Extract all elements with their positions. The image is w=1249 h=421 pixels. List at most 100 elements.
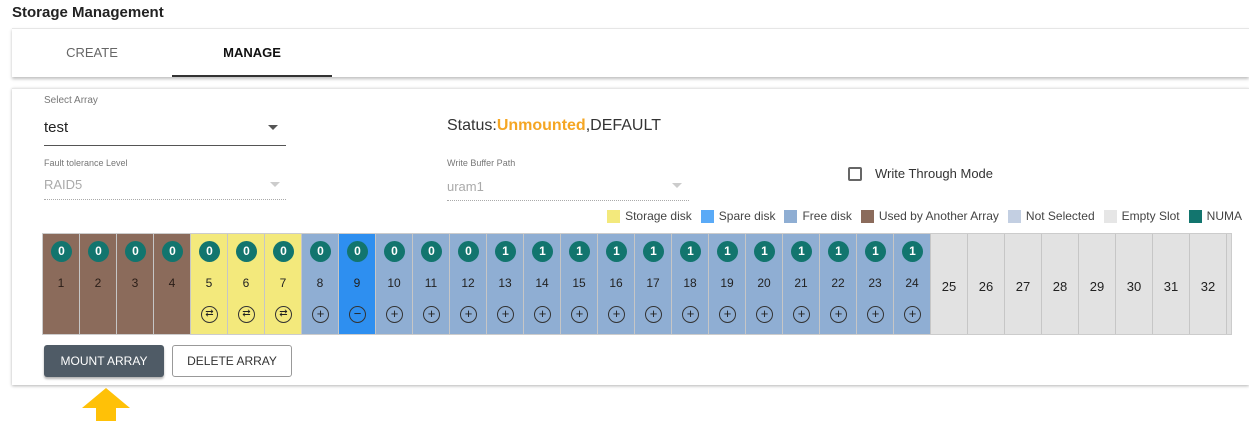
- slot-number: 25: [941, 279, 957, 294]
- tab-manage[interactable]: MANAGE: [172, 29, 332, 77]
- legend-label: Storage disk: [625, 209, 692, 223]
- write-through-checkbox[interactable]: [848, 167, 862, 181]
- disk-slot-2[interactable]: 02: [80, 234, 117, 334]
- disk-slot-22[interactable]: 1 22 +: [820, 234, 857, 334]
- add-disk-icon[interactable]: +: [608, 306, 625, 323]
- disk-slot-15[interactable]: 1 15 +: [561, 234, 598, 334]
- slot-number: 20: [757, 276, 771, 290]
- swap-disk-icon[interactable]: ⇄: [238, 306, 255, 323]
- disk-slot-18[interactable]: 1 18 +: [672, 234, 709, 334]
- legend-swatch: [1103, 209, 1117, 223]
- numa-badge: 0: [51, 241, 72, 262]
- add-disk-icon[interactable]: +: [460, 306, 477, 323]
- disk-slot-11[interactable]: 0 11 +: [413, 234, 450, 334]
- disk-slot-grid: 0 1 0 2 0 3 0 4 0 5 ⇄ 0 6 ⇄ 0 7 ⇄ 0 8 +0 9−0 10 +0 11 +0 12 +1 13 +1…: [42, 233, 1232, 335]
- disk-slot-14[interactable]: 1 14 +: [524, 234, 561, 334]
- slot-number: 23: [868, 276, 882, 290]
- status-prefix: Status:: [447, 117, 497, 134]
- swap-disk-icon[interactable]: ⇄: [201, 306, 218, 323]
- tab-create[interactable]: CREATE: [12, 29, 172, 77]
- mount-array-button[interactable]: MOUNT ARRAY: [44, 345, 164, 377]
- numa-badge: 1: [791, 241, 812, 262]
- numa-badge: 0: [199, 241, 220, 262]
- disk-slot-9[interactable]: 0 9 −: [339, 234, 376, 334]
- slot-number: 26: [978, 279, 994, 294]
- slot-number: 21: [794, 276, 808, 290]
- fault-tolerance-underline: [44, 199, 286, 200]
- add-disk-icon[interactable]: +: [386, 306, 403, 323]
- add-disk-icon[interactable]: +: [830, 306, 847, 323]
- disk-slot-16[interactable]: 1 16 +: [598, 234, 635, 334]
- slot-number: 1: [57, 276, 65, 290]
- disk-slot-5[interactable]: 0 5 ⇄: [191, 234, 228, 334]
- swap-disk-icon[interactable]: ⇄: [275, 306, 292, 323]
- legend-swatch: [784, 209, 798, 223]
- add-disk-icon[interactable]: +: [571, 306, 588, 323]
- slot-number: 32: [1200, 279, 1216, 294]
- legend-item: Empty Slot: [1103, 209, 1180, 223]
- legend-label: Spare disk: [718, 209, 776, 223]
- legend-swatch: [700, 209, 714, 223]
- slot-number: 17: [646, 276, 660, 290]
- remove-disk-icon[interactable]: −: [349, 306, 366, 323]
- numa-badge: 1: [717, 241, 738, 262]
- delete-array-button[interactable]: DELETE ARRAY: [172, 345, 292, 377]
- numa-badge: 0: [162, 241, 183, 262]
- slot-number: 19: [720, 276, 734, 290]
- slot-number: 8: [316, 276, 324, 290]
- disk-slot-28: 28: [1042, 234, 1079, 334]
- add-disk-icon[interactable]: +: [682, 306, 699, 323]
- disk-slot-4[interactable]: 04: [154, 234, 191, 334]
- add-disk-icon[interactable]: +: [756, 306, 773, 323]
- chevron-down-icon: [672, 183, 682, 188]
- disk-slot-12[interactable]: 0 12 +: [450, 234, 487, 334]
- legend-swatch: [1007, 209, 1021, 223]
- add-disk-icon[interactable]: +: [312, 306, 329, 323]
- tab-bar: CREATE MANAGE: [12, 28, 1249, 77]
- add-disk-icon[interactable]: +: [867, 306, 884, 323]
- disk-slot-10[interactable]: 0 10 +: [376, 234, 413, 334]
- add-disk-icon[interactable]: +: [423, 306, 440, 323]
- disk-slot-8[interactable]: 0 8 +: [302, 234, 339, 334]
- disk-slot-26: 26: [968, 234, 1005, 334]
- legend-swatch: [860, 209, 874, 223]
- legend-swatch: [1188, 209, 1202, 223]
- select-array-label: Select Array: [44, 95, 98, 106]
- chevron-down-icon: [270, 182, 280, 187]
- disk-slot-21[interactable]: 1 21 +: [783, 234, 820, 334]
- slot-number: 6: [242, 276, 250, 290]
- add-disk-icon[interactable]: +: [534, 306, 551, 323]
- disk-slot-7[interactable]: 0 7 ⇄: [265, 234, 302, 334]
- add-disk-icon[interactable]: +: [719, 306, 736, 323]
- add-disk-icon[interactable]: +: [645, 306, 662, 323]
- status-state: Unmounted: [496, 117, 586, 134]
- slot-number: 12: [461, 276, 475, 290]
- write-buffer-value: uram1: [447, 179, 484, 194]
- disk-slot-6[interactable]: 0 6 ⇄: [228, 234, 265, 334]
- slot-number: 11: [424, 276, 438, 290]
- numa-badge: 0: [384, 241, 405, 262]
- disk-slot-24[interactable]: 1 24 +: [894, 234, 931, 334]
- legend-label: Free disk: [802, 209, 852, 223]
- disk-slot-20[interactable]: 1 20 +: [746, 234, 783, 334]
- legend-label: Empty Slot: [1121, 209, 1180, 223]
- disk-slot-19[interactable]: 1 19 +: [709, 234, 746, 334]
- numa-badge: 0: [421, 241, 442, 262]
- add-disk-icon[interactable]: +: [904, 306, 921, 323]
- disk-slot-17[interactable]: 1 17 +: [635, 234, 672, 334]
- disk-slot-13[interactable]: 1 13 +: [487, 234, 524, 334]
- numa-badge: 1: [569, 241, 590, 262]
- slot-number: 15: [572, 276, 586, 290]
- disk-slot-30: 30: [1116, 234, 1153, 334]
- disk-slot-1[interactable]: 01: [43, 234, 80, 334]
- disk-slot-23[interactable]: 1 23 +: [857, 234, 894, 334]
- slot-number: 27: [1015, 279, 1031, 294]
- add-disk-icon[interactable]: +: [497, 306, 514, 323]
- status-suffix: ,DEFAULT: [585, 117, 661, 134]
- disk-slot-3[interactable]: 03: [117, 234, 154, 334]
- numa-badge: 1: [606, 241, 627, 262]
- add-disk-icon[interactable]: +: [793, 306, 810, 323]
- legend-label: Not Selected: [1025, 209, 1095, 223]
- numa-badge: 0: [458, 241, 479, 262]
- slot-number: 13: [498, 276, 512, 290]
